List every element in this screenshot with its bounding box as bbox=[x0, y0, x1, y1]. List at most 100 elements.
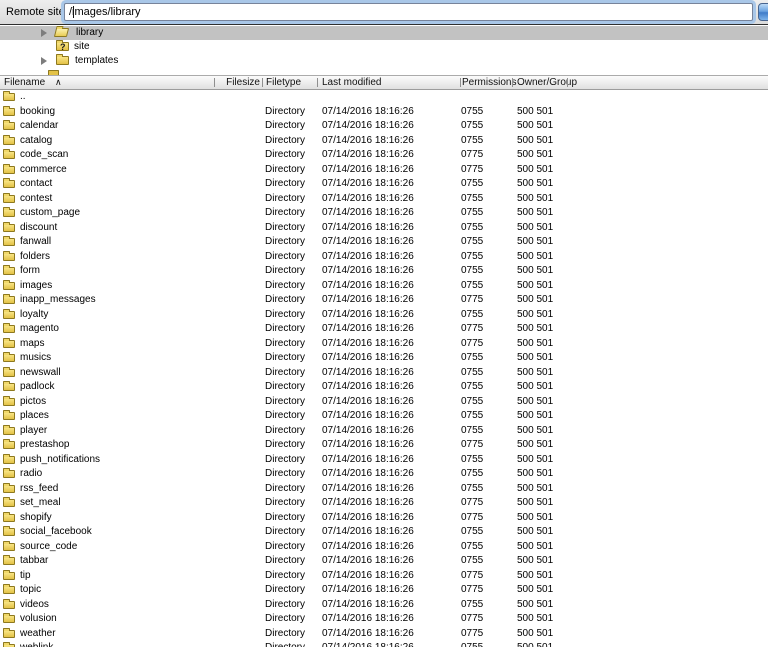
file-row[interactable]: prestashop Directory 07/14/2016 18:16:26… bbox=[0, 438, 768, 453]
file-name: contest bbox=[20, 192, 52, 207]
file-last-modified: 07/14/2016 18:16:26 bbox=[322, 641, 414, 647]
tree-item-library[interactable]: library bbox=[0, 26, 768, 40]
file-name: radio bbox=[20, 467, 42, 482]
file-last-modified: 07/14/2016 18:16:26 bbox=[322, 206, 414, 221]
file-last-modified: 07/14/2016 18:16:26 bbox=[322, 119, 414, 134]
file-row[interactable]: .. bbox=[0, 90, 768, 105]
file-row[interactable]: social_facebook Directory 07/14/2016 18:… bbox=[0, 525, 768, 540]
file-permissions: 0775 bbox=[461, 163, 483, 178]
folder-icon bbox=[3, 267, 15, 275]
file-row[interactable]: images Directory 07/14/2016 18:16:26 075… bbox=[0, 279, 768, 294]
file-row[interactable]: tabbar Directory 07/14/2016 18:16:26 075… bbox=[0, 554, 768, 569]
file-row[interactable]: custom_page Directory 07/14/2016 18:16:2… bbox=[0, 206, 768, 221]
file-permissions: 0775 bbox=[461, 511, 483, 526]
file-row[interactable]: weather Directory 07/14/2016 18:16:26 07… bbox=[0, 627, 768, 642]
file-name: weblink bbox=[20, 641, 53, 647]
file-row[interactable]: contest Directory 07/14/2016 18:16:26 07… bbox=[0, 192, 768, 207]
expand-arrow-icon[interactable] bbox=[41, 57, 47, 65]
file-name: fanwall bbox=[20, 235, 51, 250]
tree-item-site[interactable]: ? site bbox=[0, 40, 768, 54]
column-divider[interactable] bbox=[262, 78, 263, 87]
file-row[interactable]: places Directory 07/14/2016 18:16:26 075… bbox=[0, 409, 768, 424]
file-owner-group: 500 501 bbox=[517, 134, 553, 149]
tree-item-templates[interactable]: templates bbox=[0, 54, 768, 68]
file-row[interactable]: weblink Directory 07/14/2016 18:16:26 07… bbox=[0, 641, 768, 647]
column-header-last-modified[interactable]: Last modified bbox=[322, 76, 381, 89]
file-row[interactable]: musics Directory 07/14/2016 18:16:26 075… bbox=[0, 351, 768, 366]
file-row[interactable]: inapp_messages Directory 07/14/2016 18:1… bbox=[0, 293, 768, 308]
file-type: Directory bbox=[265, 250, 305, 265]
expand-arrow-icon[interactable] bbox=[41, 29, 47, 37]
file-row[interactable]: maps Directory 07/14/2016 18:16:26 0775 … bbox=[0, 337, 768, 352]
column-header-filename[interactable]: Filename bbox=[4, 76, 45, 89]
column-header-permissions[interactable]: Permissions bbox=[462, 76, 516, 89]
file-row[interactable]: pictos Directory 07/14/2016 18:16:26 075… bbox=[0, 395, 768, 410]
file-row[interactable]: newswall Directory 07/14/2016 18:16:26 0… bbox=[0, 366, 768, 381]
file-last-modified: 07/14/2016 18:16:26 bbox=[322, 583, 414, 598]
file-row[interactable]: rss_feed Directory 07/14/2016 18:16:26 0… bbox=[0, 482, 768, 497]
remote-site-value: /images/library bbox=[69, 4, 141, 20]
file-row[interactable]: code_scan Directory 07/14/2016 18:16:26 … bbox=[0, 148, 768, 163]
remote-site-bar: Remote site: /images/library bbox=[0, 0, 768, 25]
column-divider[interactable] bbox=[214, 78, 215, 87]
file-type: Directory bbox=[265, 337, 305, 352]
file-owner-group: 500 501 bbox=[517, 351, 553, 366]
folder-icon bbox=[3, 108, 15, 116]
folder-icon bbox=[3, 325, 15, 333]
file-permissions: 0755 bbox=[461, 409, 483, 424]
column-divider[interactable] bbox=[512, 78, 513, 87]
file-row[interactable]: set_meal Directory 07/14/2016 18:16:26 0… bbox=[0, 496, 768, 511]
column-divider[interactable] bbox=[567, 78, 568, 87]
file-row[interactable]: calendar Directory 07/14/2016 18:16:26 0… bbox=[0, 119, 768, 134]
file-type: Directory bbox=[265, 569, 305, 584]
file-name: volusion bbox=[20, 612, 57, 627]
file-row[interactable]: magento Directory 07/14/2016 18:16:26 07… bbox=[0, 322, 768, 337]
file-row[interactable]: padlock Directory 07/14/2016 18:16:26 07… bbox=[0, 380, 768, 395]
file-last-modified: 07/14/2016 18:16:26 bbox=[322, 496, 414, 511]
file-row[interactable]: contact Directory 07/14/2016 18:16:26 07… bbox=[0, 177, 768, 192]
file-row[interactable]: form Directory 07/14/2016 18:16:26 0755 … bbox=[0, 264, 768, 279]
file-permissions: 0755 bbox=[461, 221, 483, 236]
text-cursor bbox=[73, 6, 74, 18]
file-row[interactable]: tip Directory 07/14/2016 18:16:26 0775 5… bbox=[0, 569, 768, 584]
file-owner-group: 500 501 bbox=[517, 424, 553, 439]
file-row[interactable]: topic Directory 07/14/2016 18:16:26 0775… bbox=[0, 583, 768, 598]
file-permissions: 0755 bbox=[461, 482, 483, 497]
file-row[interactable]: volusion Directory 07/14/2016 18:16:26 0… bbox=[0, 612, 768, 627]
file-row[interactable]: videos Directory 07/14/2016 18:16:26 075… bbox=[0, 598, 768, 613]
file-row[interactable]: source_code Directory 07/14/2016 18:16:2… bbox=[0, 540, 768, 555]
remote-site-input[interactable]: /images/library bbox=[64, 3, 753, 21]
file-row[interactable]: discount Directory 07/14/2016 18:16:26 0… bbox=[0, 221, 768, 236]
file-last-modified: 07/14/2016 18:16:26 bbox=[322, 250, 414, 265]
file-type: Directory bbox=[265, 540, 305, 555]
file-row[interactable]: push_notifications Directory 07/14/2016 … bbox=[0, 453, 768, 468]
column-header-filetype[interactable]: Filetype bbox=[266, 76, 301, 89]
file-row[interactable]: folders Directory 07/14/2016 18:16:26 07… bbox=[0, 250, 768, 265]
column-header-filesize[interactable]: Filesize bbox=[218, 76, 260, 89]
file-row[interactable]: player Directory 07/14/2016 18:16:26 075… bbox=[0, 424, 768, 439]
file-row[interactable]: loyalty Directory 07/14/2016 18:16:26 07… bbox=[0, 308, 768, 323]
chevron-down-icon[interactable] bbox=[758, 3, 768, 21]
file-last-modified: 07/14/2016 18:16:26 bbox=[322, 569, 414, 584]
file-permissions: 0775 bbox=[461, 148, 483, 163]
file-last-modified: 07/14/2016 18:16:26 bbox=[322, 409, 414, 424]
file-last-modified: 07/14/2016 18:16:26 bbox=[322, 177, 414, 192]
column-header-owner-group[interactable]: Owner/Group bbox=[517, 76, 577, 89]
column-divider[interactable] bbox=[460, 78, 461, 87]
folder-icon bbox=[3, 93, 15, 101]
file-type: Directory bbox=[265, 351, 305, 366]
file-permissions: 0775 bbox=[461, 627, 483, 642]
file-owner-group: 500 501 bbox=[517, 206, 553, 221]
file-row[interactable]: shopify Directory 07/14/2016 18:16:26 07… bbox=[0, 511, 768, 526]
file-row[interactable]: commerce Directory 07/14/2016 18:16:26 0… bbox=[0, 163, 768, 178]
column-divider[interactable] bbox=[317, 78, 318, 87]
file-row[interactable]: booking Directory 07/14/2016 18:16:26 07… bbox=[0, 105, 768, 120]
file-owner-group: 500 501 bbox=[517, 192, 553, 207]
file-permissions: 0755 bbox=[461, 424, 483, 439]
file-row[interactable]: fanwall Directory 07/14/2016 18:16:26 07… bbox=[0, 235, 768, 250]
file-row[interactable]: catalog Directory 07/14/2016 18:16:26 07… bbox=[0, 134, 768, 149]
file-row[interactable]: radio Directory 07/14/2016 18:16:26 0755… bbox=[0, 467, 768, 482]
folder-icon bbox=[3, 209, 15, 217]
file-name: .. bbox=[20, 90, 26, 105]
file-permissions: 0775 bbox=[461, 337, 483, 352]
